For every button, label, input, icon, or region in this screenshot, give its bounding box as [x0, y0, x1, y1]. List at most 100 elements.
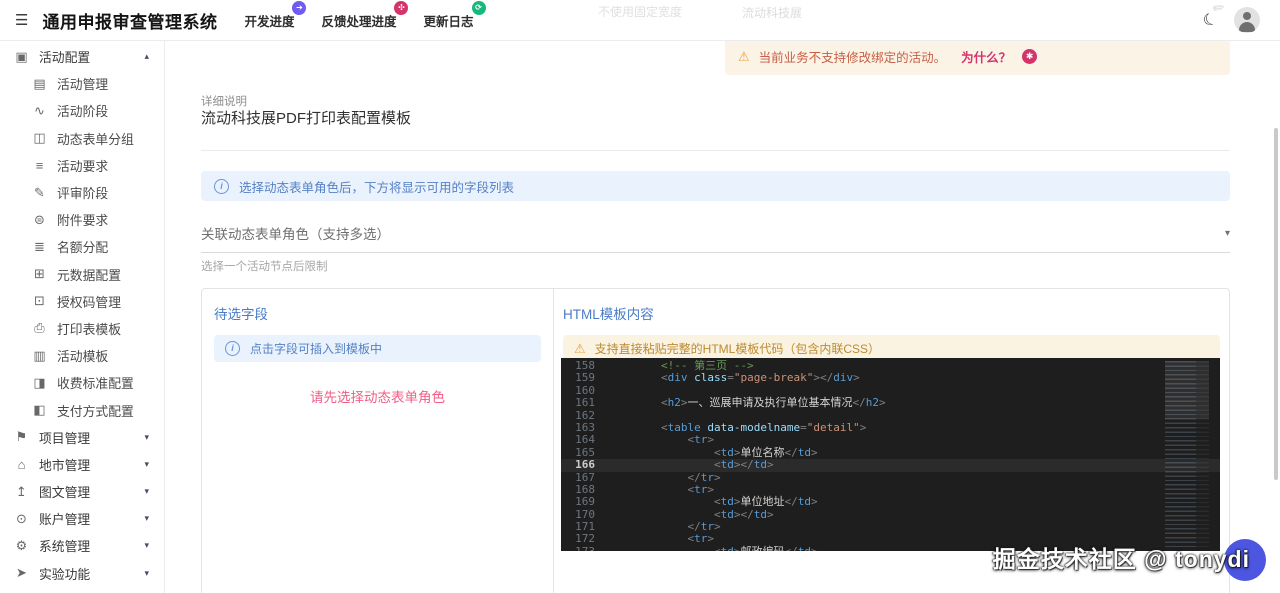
role-select-helper: 选择一个活动节点后限制 [201, 258, 1230, 274]
chevron-down-icon: ▾ [144, 568, 149, 579]
sidebar-item-label: 活动管理 [57, 74, 108, 93]
sidebar-item-label: 账户管理 [39, 509, 90, 528]
sidebar-item-名额分配[interactable]: ≣名额分配 [0, 233, 164, 260]
main-content: ⚠ 当前业务不支持修改绑定的活动。 为什么？ ✱ 详细说明 流动科技展PDF打印… [166, 40, 1280, 593]
template-warning-text: 支持直接粘贴完整的HTML模板代码（包含内联CSS） [595, 340, 880, 357]
chevron-up-icon: ▴ [144, 51, 149, 62]
sidebar-item-活动模板[interactable]: ▥ 活动模板 [0, 342, 164, 369]
sidebar-item-label: 活动配置 [39, 47, 90, 66]
code-text: <h2>一、巡展申请及执行单位基本情况</h2> [608, 397, 886, 409]
header-link-label: 反馈处理进度 [321, 15, 396, 29]
theme-toggle-icon[interactable]: ☾ [1200, 8, 1220, 32]
metadata-grid-icon: ⊞ [31, 266, 48, 282]
sidebar-item-label: 收费标准配置 [57, 373, 134, 392]
review-edit-icon: ✎ [31, 185, 48, 201]
header-link-1[interactable]: 反馈处理进度✣ [321, 11, 396, 30]
header-link-badge-icon: ⟳ [472, 1, 486, 15]
line-number: 161 [561, 397, 608, 409]
sidebar-item-label: 活动要求 [57, 156, 108, 175]
sidebar-item-附件要求[interactable]: ⊜ 附件要求 [0, 206, 164, 233]
sidebar-item-label: 实验功能 [39, 564, 90, 583]
header-link-label: 更新日志 [423, 15, 473, 29]
sidebar-item-label: 授权码管理 [57, 292, 121, 311]
role-select-label: 关联动态表单角色（支持多选） [201, 223, 390, 243]
template-panel-title: HTML模板内容 [563, 303, 1220, 323]
fields-panel: 待选字段 i 点击字段可插入到模板中 请先选择动态表单角色 [202, 289, 554, 593]
fields-hint-banner: i 点击字段可插入到模板中 [214, 335, 541, 362]
template-book-icon: ▥ [31, 348, 48, 364]
chevron-down-icon: ▾ [144, 486, 149, 497]
header-link-badge-icon: ➔ [292, 1, 306, 15]
paperclip-icon: ⊜ [31, 212, 48, 228]
sidebar-item-地市管理[interactable]: ⌂地市管理▾ [0, 451, 164, 478]
sidebar-item-label: 图文管理 [39, 482, 90, 501]
info-icon: i [214, 179, 229, 194]
sidebar-item-label: 活动阶段 [57, 101, 108, 120]
sidebar-item-活动要求[interactable]: ≡ 活动要求 [0, 152, 164, 179]
watermark-top-left: 不使用固定宽度 [598, 3, 682, 20]
sidebar-item-label: 活动模板 [57, 346, 108, 365]
sidebar-item-账户管理[interactable]: ⊙ 账户管理 ▾ [0, 505, 164, 532]
user-avatar[interactable] [1234, 7, 1260, 33]
fields-panel-title: 待选字段 [214, 303, 541, 323]
why-link[interactable]: 为什么？ [961, 47, 1011, 66]
sidebar-item-活动管理[interactable]: ▤ 活动管理 [0, 70, 164, 97]
header-right: ☾ [1203, 7, 1260, 33]
info-icon: i [225, 341, 240, 356]
line-number: 159 [561, 372, 608, 384]
sidebar-item-收费标准配置[interactable]: ◨ 收费标准配置 [0, 369, 164, 396]
sidebar-item-图文管理[interactable]: ↥ 图文管理 ▾ [0, 478, 164, 505]
card-icon: ▤ [31, 76, 48, 92]
chevron-down-icon: ▾ [144, 459, 149, 470]
html-template-editor[interactable]: 158 <!-- 第三页 -->159 <div class="page-bre… [561, 358, 1220, 551]
header-link-2[interactable]: 更新日志⟳ [423, 11, 473, 30]
payment-icon: ◧ [31, 402, 48, 418]
sidebar-item-活动阶段[interactable]: ∿ 活动阶段 [0, 97, 164, 124]
sidebar-item-授权码管理[interactable]: ⊡ 授权码管理 [0, 288, 164, 315]
description-value: 流动科技展PDF打印表配置模板 [201, 107, 411, 128]
sidebar-item-元数据配置[interactable]: ⊞元数据配置 [0, 261, 164, 288]
section-divider [201, 150, 1230, 151]
sidebar-item-评审阶段[interactable]: ✎评审阶段 [0, 179, 164, 206]
app-title: 通用申报审查管理系统 [42, 8, 217, 33]
fee-standard-icon: ◨ [31, 375, 48, 391]
chevron-down-icon[interactable]: ▾ [1225, 228, 1230, 239]
sidebar-item-label: 支付方式配置 [57, 401, 134, 420]
sidebar-item-项目管理[interactable]: ⚑项目管理▾ [0, 424, 164, 451]
menu-toggle-icon[interactable]: ☰ [15, 11, 28, 29]
sidebar-item-系统管理[interactable]: ⚙系统管理▾ [0, 532, 164, 559]
info-banner-text: 选择动态表单角色后，下方将显示可用的字段列表 [239, 177, 514, 196]
ticket-icon: ▣ [13, 49, 30, 65]
gear-icon: ⚙ [13, 538, 30, 554]
sidebar-item-实验功能[interactable]: ➤ 实验功能 ▾ [0, 560, 164, 587]
experiment-rocket-icon: ➤ [13, 565, 30, 581]
role-select[interactable]: 关联动态表单角色（支持多选） ▾ 选择一个活动节点后限制 [201, 223, 1230, 274]
printer-icon: ⎙ [31, 320, 48, 336]
header-link-0[interactable]: 开发进度➔ [244, 11, 294, 30]
sidebar-item-label: 打印表模板 [57, 319, 121, 338]
warning-icon: ⚠ [738, 49, 750, 65]
top-warning-banner: ⚠ 当前业务不支持修改绑定的活动。 为什么？ ✱ [725, 40, 1230, 75]
sidebar-item-支付方式配置[interactable]: ◧ 支付方式配置 [0, 396, 164, 423]
building-icon: ⌂ [13, 457, 30, 472]
sidebar-item-活动配置[interactable]: ▣ 活动配置 ▴ [0, 43, 164, 70]
app-header: 不使用固定宽度 流动科技展 ✐ ☰ 通用申报审查管理系统 开发进度➔反馈处理进度… [0, 0, 1280, 41]
auth-code-icon: ⊡ [31, 293, 48, 309]
fields-hint-text: 点击字段可插入到模板中 [250, 340, 382, 357]
account-icon: ⊙ [13, 511, 30, 527]
help-badge-icon[interactable]: ✱ [1022, 49, 1037, 64]
code-text: <div class="page-break"></div> [608, 372, 860, 384]
code-line: 161 <h2>一、巡展申请及执行单位基本情况</h2> [561, 397, 1220, 409]
filter-lines-icon: ≡ [31, 158, 48, 173]
page-scrollbar[interactable] [1274, 128, 1278, 480]
sidebar-item-动态表单分组[interactable]: ◫动态表单分组 [0, 125, 164, 152]
trend-line-icon: ∿ [31, 103, 48, 119]
editor-minimap-slider[interactable] [1165, 361, 1209, 419]
code-line: 159 <div class="page-break"></div> [561, 372, 1220, 384]
sidebar-item-打印表模板[interactable]: ⎙ 打印表模板 [0, 315, 164, 342]
chevron-down-icon: ▾ [144, 513, 149, 524]
upload-icon: ↥ [13, 484, 30, 500]
line-number: 166 [561, 459, 608, 471]
line-number: 164 [561, 434, 608, 446]
sidebar-item-label: 附件要求 [57, 210, 108, 229]
